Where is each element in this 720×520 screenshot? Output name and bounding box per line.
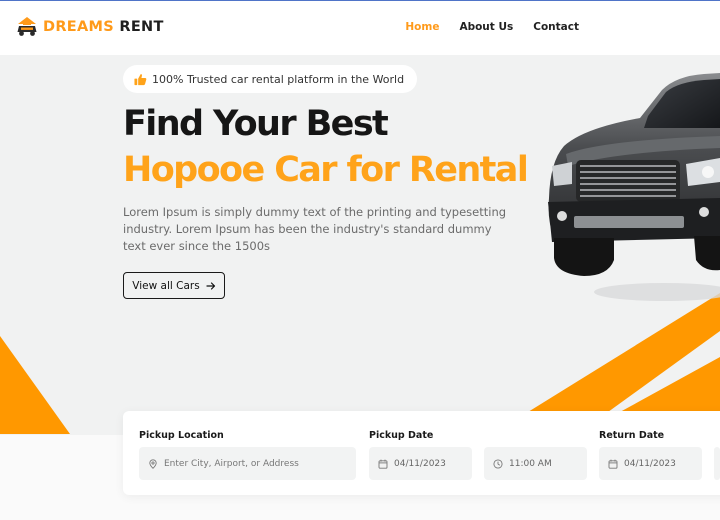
brand-name: DREAMS RENT [43,19,164,35]
brand-name-accent: DREAMS [43,19,115,35]
badge-text: 100% Trusted car rental platform in the … [152,72,405,86]
return-time-input[interactable] [714,447,720,480]
nav-item-home[interactable]: Home [405,21,439,33]
hero-title-line-2: Hopooe Car for Rental [123,150,529,190]
pickup-location-input[interactable]: Enter City, Airport, or Address [139,447,356,480]
brand-name-rest: RENT [119,19,164,35]
view-all-cars-label: View all Cars [132,279,200,292]
hero-title-line-1: Find Your Best [123,104,389,144]
return-date-value: 04/11/2023 [624,458,676,469]
site-header: DREAMS RENT Home About Us Contact [0,1,720,55]
calendar-icon [378,459,388,469]
pickup-location-label: Pickup Location [139,430,224,441]
decorative-triangle [0,336,70,434]
map-pin-icon [149,458,157,469]
pickup-time-input[interactable]: 11:00 AM [484,447,587,480]
pickup-date-value: 04/11/2023 [394,458,446,469]
nav-item-about-us[interactable]: About Us [459,21,513,33]
car-image [548,73,720,301]
view-all-cars-button[interactable]: View all Cars [123,272,225,299]
thumbs-up-icon [134,73,147,85]
car-logo-icon [17,17,37,36]
trust-badge: 100% Trusted car rental platform in the … [123,65,418,93]
brand-logo[interactable]: DREAMS RENT [16,16,164,38]
pickup-date-input[interactable]: 04/11/2023 [369,447,472,480]
hero-description: Lorem Ipsum is simply dummy text of the … [123,205,507,253]
pickup-time-value: 11:00 AM [509,458,552,469]
arrow-right-icon [206,281,215,290]
nav-item-contact[interactable]: Contact [533,21,579,33]
return-date-label: Return Date [599,430,665,441]
pickup-location-placeholder: Enter City, Airport, or Address [164,458,299,469]
main-nav: Home About Us Contact [405,21,579,33]
calendar-icon [608,459,618,469]
clock-icon [493,458,503,469]
return-date-input[interactable]: 04/11/2023 [599,447,702,480]
pickup-date-label: Pickup Date [369,430,434,441]
